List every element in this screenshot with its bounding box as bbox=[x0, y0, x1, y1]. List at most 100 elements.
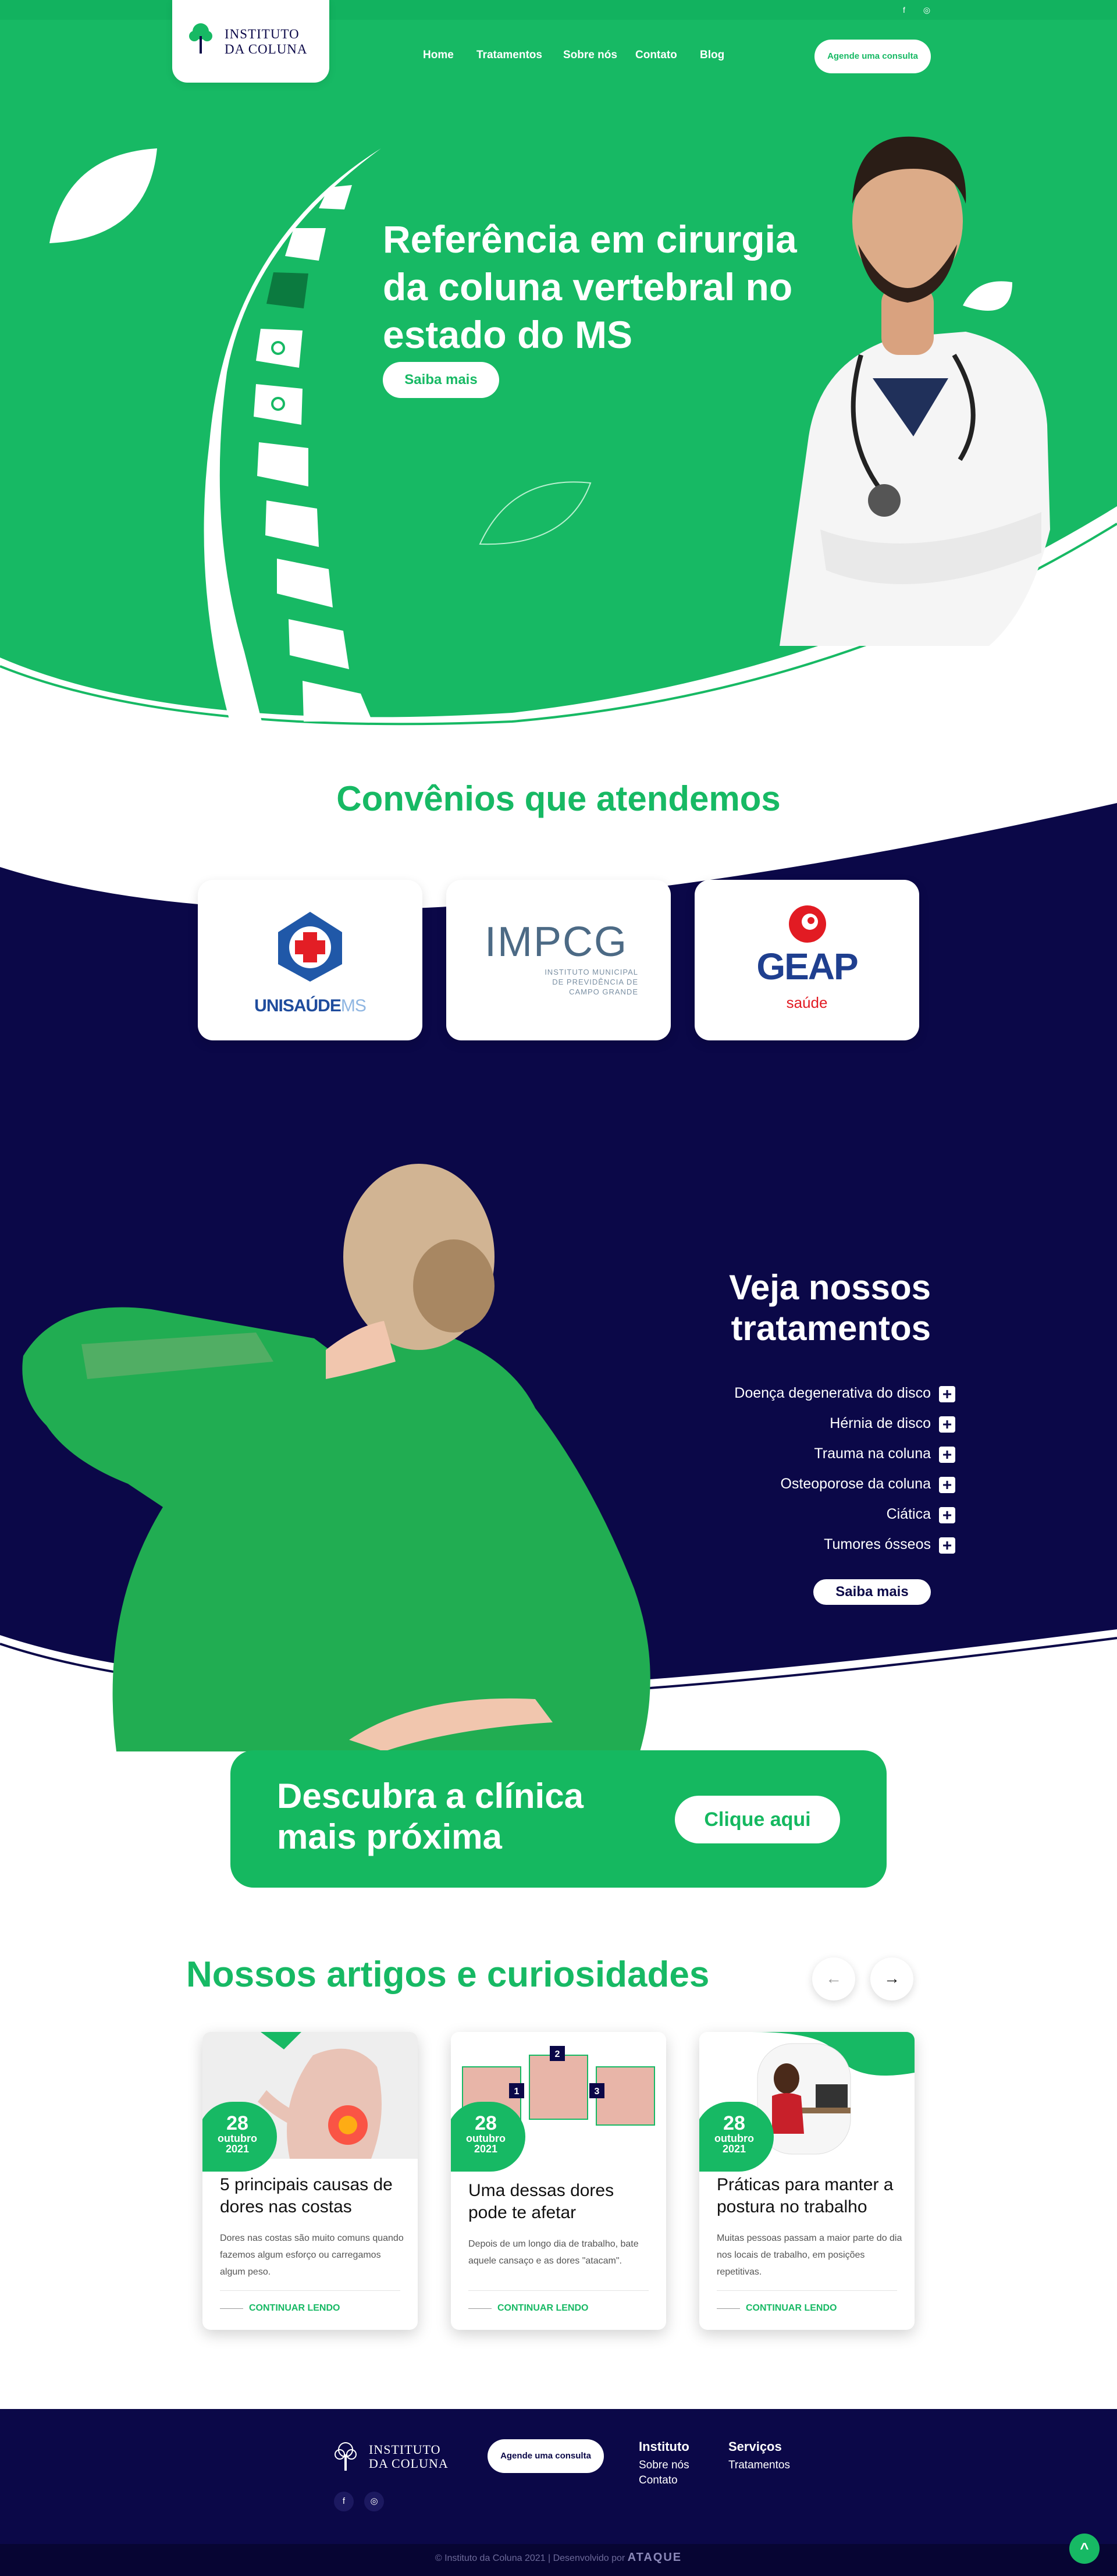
developer-logo[interactable]: ATAQUE bbox=[628, 2551, 682, 2564]
footer-col-instituto-title: Instituto bbox=[639, 2439, 689, 2454]
article-excerpt: Dores nas costas são muito comuns quando… bbox=[220, 2233, 404, 2277]
logo-line1: INSTITUTO bbox=[225, 27, 300, 41]
treatment-label: Trauma na coluna bbox=[814, 1445, 931, 1462]
page: f ◎ INSTITUTO DA COLUNA Home Tratamentos… bbox=[0, 0, 1117, 2576]
date-day: 28 bbox=[226, 2112, 248, 2134]
impcg-sub2: DE PREVIDÊNCIA DE bbox=[552, 978, 638, 986]
article-title[interactable]: 5 principais causas de dores nas costas bbox=[220, 2174, 406, 2218]
facebook-icon[interactable]: f bbox=[334, 2492, 354, 2511]
logo-line2: DA COLUNA bbox=[369, 2456, 449, 2471]
treatment-item[interactable]: Osteoporose da coluna + bbox=[780, 1473, 955, 1494]
date-badge: 28 outubro 2021 bbox=[451, 2102, 525, 2172]
doctor-image bbox=[780, 136, 1050, 646]
clinic-title: Descubra a clínica mais próxima bbox=[277, 1776, 584, 1856]
plus-icon[interactable]: + bbox=[939, 1386, 955, 1402]
back-to-top-icon[interactable]: ^ bbox=[1069, 2534, 1100, 2564]
articles-title: Nossos artigos e curiosidades bbox=[186, 1955, 710, 1995]
dash bbox=[468, 2308, 492, 2309]
plus-icon[interactable]: + bbox=[939, 1537, 955, 1554]
article-card[interactable]: 28 outubro 2021 Práticas para manter a p… bbox=[699, 2032, 915, 2330]
nav-contato[interactable]: Contato bbox=[635, 49, 677, 62]
schedule-button[interactable]: Agende uma consulta bbox=[814, 40, 931, 73]
article-excerpt: Depois de um longo dia de trabalho, bate… bbox=[468, 2239, 639, 2266]
geap-name: GEAP bbox=[756, 946, 858, 987]
plus-icon[interactable]: + bbox=[939, 1416, 955, 1433]
treatment-item[interactable]: Doença degenerativa do disco + bbox=[734, 1383, 955, 1404]
dash bbox=[717, 2308, 740, 2309]
convenio-card-geap[interactable]: GEAP saúde bbox=[695, 880, 919, 1040]
instagram-icon[interactable]: ◎ bbox=[922, 5, 932, 15]
read-more-link[interactable]: CONTINUAR LENDO bbox=[746, 2303, 837, 2314]
unisaude-name: UNISAÚDE bbox=[254, 996, 341, 1015]
treatments-more-button[interactable]: Saiba mais bbox=[813, 1579, 931, 1605]
treatment-item[interactable]: Ciática + bbox=[886, 1504, 955, 1525]
date-month: outubro bbox=[218, 2133, 257, 2144]
footer-col-servicos-title: Serviços bbox=[728, 2439, 782, 2454]
clinic-button[interactable]: Clique aqui bbox=[675, 1796, 840, 1843]
article-card[interactable]: 28 outubro 2021 5 principais causas de d… bbox=[202, 2032, 418, 2330]
divider bbox=[717, 2290, 897, 2291]
read-more-link[interactable]: CONTINUAR LENDO bbox=[497, 2303, 588, 2314]
step-number-2: 2 bbox=[555, 2049, 560, 2059]
footer-schedule-button[interactable]: Agende uma consulta bbox=[488, 2439, 604, 2473]
dash bbox=[220, 2308, 243, 2309]
step-number-1: 1 bbox=[514, 2087, 520, 2097]
hero-more-button[interactable]: Saiba mais bbox=[383, 362, 499, 398]
logo-line1: INSTITUTO bbox=[369, 2442, 441, 2457]
tree-icon bbox=[189, 23, 212, 54]
logo[interactable]: INSTITUTO DA COLUNA bbox=[172, 0, 329, 83]
date-badge: 28 outubro 2021 bbox=[699, 2102, 774, 2172]
treatment-item[interactable]: Trauma na coluna + bbox=[814, 1443, 955, 1464]
impcg-sub3: CAMPO GRANDE bbox=[569, 987, 638, 996]
treatment-label: Doença degenerativa do disco bbox=[734, 1385, 931, 1401]
treatments-title: Veja nossos tratamentos bbox=[729, 1268, 931, 1348]
footer bbox=[0, 2409, 1117, 2544]
footer-link-tratamentos[interactable]: Tratamentos bbox=[728, 2459, 790, 2472]
instagram-icon[interactable]: ◎ bbox=[364, 2492, 384, 2511]
treatment-label: Osteoporose da coluna bbox=[780, 1476, 931, 1492]
nav-sobre[interactable]: Sobre nós bbox=[563, 49, 617, 62]
prev-arrow-icon[interactable]: ← bbox=[812, 1957, 855, 2001]
treatment-label: Ciática bbox=[886, 1506, 931, 1522]
facebook-icon[interactable]: f bbox=[899, 5, 909, 15]
divider bbox=[468, 2290, 649, 2291]
date-month: outubro bbox=[714, 2133, 754, 2144]
date-year: 2021 bbox=[722, 2143, 746, 2155]
treatment-label: Tumores ósseos bbox=[824, 1536, 931, 1552]
nav-home[interactable]: Home bbox=[423, 49, 454, 62]
footer-link-contato[interactable]: Contato bbox=[639, 2474, 678, 2487]
treatment-item[interactable]: Hérnia de disco + bbox=[830, 1413, 955, 1434]
article-excerpt: Muitas pessoas passam a maior parte do d… bbox=[717, 2233, 902, 2277]
footer-link-sobre[interactable]: Sobre nós bbox=[639, 2459, 689, 2472]
unisaude-suffix: MS bbox=[340, 996, 367, 1015]
convenio-card-unisaude[interactable]: UNISAÚDEMS bbox=[198, 880, 422, 1040]
article-title[interactable]: Uma dessas dores pode te afetar bbox=[468, 2180, 654, 2224]
nav-tratamentos[interactable]: Tratamentos bbox=[476, 49, 542, 62]
footer-logo[interactable]: INSTITUTO DA COLUNA bbox=[333, 2438, 461, 2479]
step-number-3: 3 bbox=[595, 2087, 600, 2097]
impcg-subtitle: INSTITUTO MUNICIPAL DE PREVIDÊNCIA DE CA… bbox=[516, 967, 638, 997]
hero-title: Referência em cirurgia da coluna vertebr… bbox=[383, 218, 797, 356]
article-title[interactable]: Práticas para manter a postura no trabal… bbox=[717, 2174, 903, 2218]
copyright-text: © Instituto da Coluna 2021 | Desenvolvid… bbox=[435, 2553, 625, 2563]
nav-blog[interactable]: Blog bbox=[700, 49, 724, 62]
read-more-link[interactable]: CONTINUAR LENDO bbox=[249, 2303, 340, 2314]
treatment-item[interactable]: Tumores ósseos + bbox=[824, 1534, 955, 1555]
divider bbox=[220, 2290, 400, 2291]
top-bar bbox=[0, 0, 1117, 20]
logo-line2: DA COLUNA bbox=[225, 42, 308, 56]
patient-image bbox=[22, 1164, 650, 1751]
plus-icon[interactable]: + bbox=[939, 1507, 955, 1523]
date-badge: 28 outubro 2021 bbox=[202, 2102, 277, 2172]
plus-icon[interactable]: + bbox=[939, 1447, 955, 1463]
convenio-card-impcg[interactable]: IMPCG INSTITUTO MUNICIPAL DE PREVIDÊNCIA… bbox=[446, 880, 671, 1040]
geap-subtitle: saúde bbox=[786, 994, 828, 1011]
plus-icon[interactable]: + bbox=[939, 1477, 955, 1493]
next-arrow-icon[interactable]: → bbox=[870, 1957, 913, 2001]
impcg-name: IMPCG bbox=[485, 919, 628, 965]
date-year: 2021 bbox=[474, 2143, 498, 2155]
treatment-label: Hérnia de disco bbox=[830, 1415, 931, 1431]
unisaude-icon bbox=[278, 912, 342, 982]
logo-text: INSTITUTO DA COLUNA bbox=[225, 27, 308, 57]
article-card[interactable]: 1 2 3 28 outubro 2021 Uma dessas dores p… bbox=[451, 2032, 666, 2330]
